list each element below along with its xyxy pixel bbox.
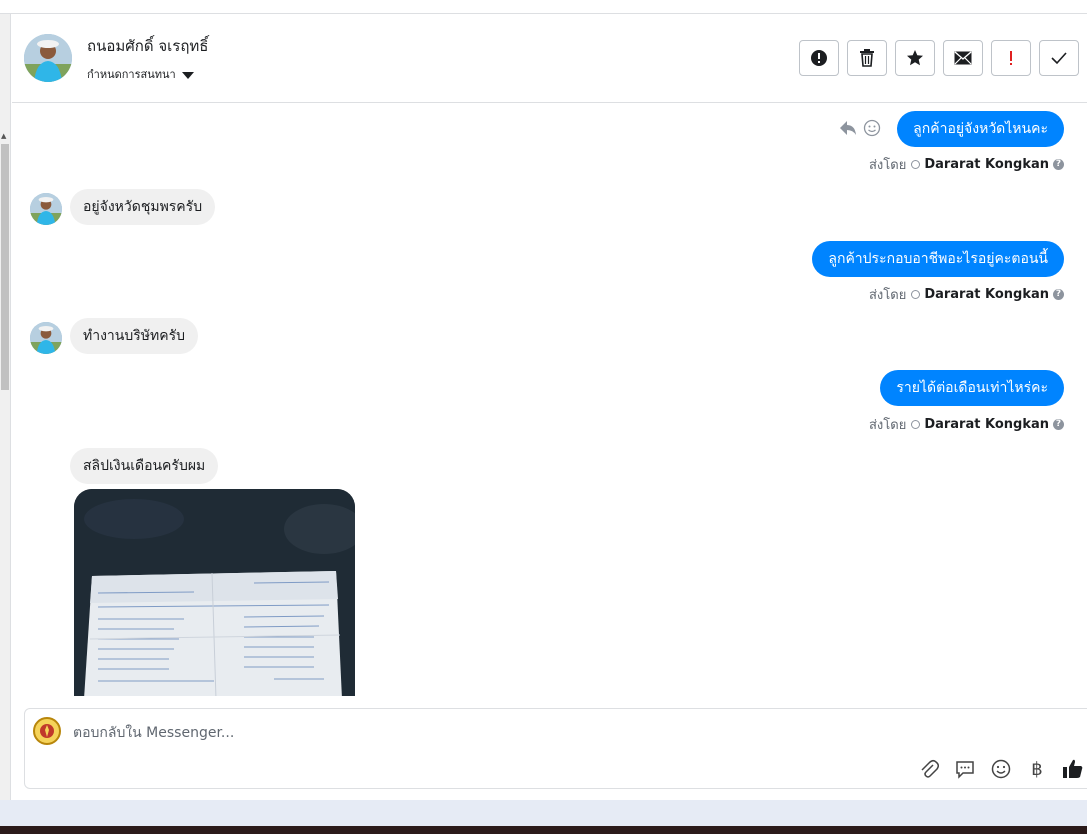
star-icon — [907, 50, 923, 66]
sent-by-label: ส่งโดย — [868, 288, 907, 303]
baht-icon[interactable]: ฿ — [1026, 758, 1048, 780]
agent-name[interactable]: Dararat Kongkan — [924, 417, 1049, 432]
reply-icon[interactable] — [839, 120, 857, 136]
sent-by-line: ส่งโดย Dararat Kongkan ? — [869, 154, 1064, 175]
message-actions — [839, 119, 881, 137]
check-icon — [1051, 52, 1067, 65]
agent-status-icon — [911, 420, 921, 429]
react-smiley-icon[interactable] — [863, 119, 881, 137]
delete-button[interactable] — [847, 40, 887, 76]
page-avatar — [33, 717, 61, 745]
thumbs-up-icon[interactable] — [1062, 758, 1084, 780]
smiley-icon[interactable] — [990, 758, 1012, 780]
conversation-settings-dropdown[interactable]: กำหนดการสนทนา — [87, 65, 194, 83]
contact-avatar-small[interactable] — [30, 193, 62, 225]
outgoing-message[interactable]: รายได้ต่อเดือนเท่าไหร่คะ — [880, 370, 1064, 406]
help-icon[interactable]: ? — [1053, 419, 1064, 430]
outgoing-message[interactable]: ลูกค้าประกอบอาชีพอะไรอยู่คะตอนนี้ — [812, 241, 1064, 277]
envelope-icon — [954, 51, 972, 65]
sent-by-line: ส่งโดย Dararat Kongkan ? — [869, 284, 1064, 305]
top-strip — [0, 0, 1087, 14]
agent-status-icon — [911, 290, 921, 299]
person-photo-icon — [30, 322, 62, 354]
incoming-message[interactable]: อยู่จังหวัดชุมพรครับ — [70, 189, 216, 225]
outgoing-message[interactable]: ลูกค้าอยู่จังหวัดไหนคะ — [897, 111, 1064, 147]
page-footer-band — [0, 800, 1087, 826]
incoming-message[interactable]: ทำงานบริษัทครับ — [70, 318, 198, 354]
sent-by-label: ส่งโดย — [868, 418, 907, 433]
help-icon[interactable]: ? — [1053, 159, 1064, 170]
page-logo-icon — [36, 720, 58, 742]
agent-name[interactable]: Dararat Kongkan — [924, 157, 1049, 172]
help-icon[interactable]: ? — [1053, 289, 1064, 300]
sent-by-label: ส่งโดย — [868, 158, 907, 173]
incoming-message[interactable]: สลิปเงินเดือนครับผม — [70, 448, 219, 484]
exclamation-icon — [1010, 51, 1012, 65]
person-photo-icon — [30, 193, 62, 225]
messenger-window: ▲ ▼ ถนอมศักดิ์ จเรฤทธิ์ กำหนดการสนทนา — [0, 0, 1087, 834]
scrollbar[interactable]: ▲ ▼ — [0, 14, 11, 808]
scroll-up-icon[interactable]: ▲ — [1, 132, 6, 140]
follow-up-button[interactable] — [991, 40, 1031, 76]
trash-icon — [860, 49, 874, 67]
sent-by-line: ส่งโดย Dararat Kongkan ? — [869, 414, 1064, 435]
message-thread[interactable]: ลูกค้าอยู่จังหวัดไหนคะ ส่งโดย Dararat Ko… — [12, 104, 1087, 696]
mark-unread-button[interactable] — [943, 40, 983, 76]
reply-composer: ฿ — [24, 708, 1087, 789]
mark-spam-button[interactable] — [799, 40, 839, 76]
scrollbar-thumb[interactable] — [1, 144, 9, 390]
chat-bubble-icon[interactable] — [954, 758, 976, 780]
mark-done-button[interactable] — [1039, 40, 1079, 76]
alert-circle-icon — [811, 50, 827, 66]
agent-status-icon — [911, 160, 921, 169]
conversation-header: ถนอมศักดิ์ จเรฤทธิ์ กำหนดการสนทนา — [12, 14, 1087, 103]
contact-name: ถนอมศักดิ์ จเรฤทธิ์ — [87, 37, 209, 55]
conversation-settings-label: กำหนดการสนทนา — [87, 68, 176, 81]
pay-slip-photo — [74, 489, 355, 696]
paperclip-icon[interactable] — [918, 758, 940, 780]
composer-toolbar: ฿ — [918, 758, 1084, 780]
star-button[interactable] — [895, 40, 935, 76]
pay-slip-image[interactable] — [74, 489, 355, 696]
person-photo-icon — [24, 34, 72, 82]
contact-avatar-small[interactable] — [30, 322, 62, 354]
conversation-toolbar — [799, 40, 1079, 76]
contact-avatar[interactable] — [24, 34, 72, 82]
reply-input[interactable] — [73, 723, 973, 743]
agent-name[interactable]: Dararat Kongkan — [924, 287, 1049, 302]
os-taskbar — [0, 826, 1087, 834]
caret-down-icon — [181, 71, 194, 79]
